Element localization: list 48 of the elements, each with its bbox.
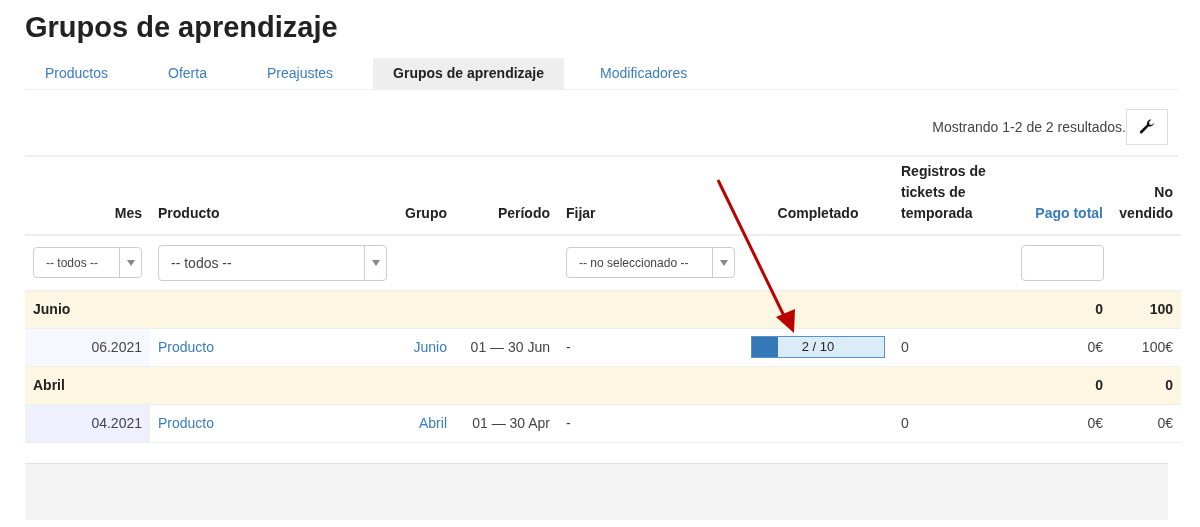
column-header: Período [497,205,550,221]
caret-icon [126,259,135,266]
column-header: Grupo [405,205,447,221]
column-header: Producto [158,205,220,221]
caret-icon [371,259,380,266]
payment-cell: 0€ [1087,339,1103,355]
payment-cell: 0€ [1087,415,1103,431]
tab[interactable]: Preajustes [246,58,354,89]
column-header: Fijar [566,205,596,221]
tab[interactable]: Productos [25,58,129,89]
column-header: Completado [777,205,859,221]
period-cell: 01 — 30 Jun [470,339,550,355]
dropdown[interactable]: -- todos -- [33,247,142,279]
wrench-icon [1139,119,1155,135]
group-label: Junio [33,301,71,317]
column-header: Mes [114,205,142,221]
filter-field[interactable] [1021,244,1104,281]
tab[interactable]: Grupos de aprendizaje [373,58,565,89]
pin-cell: - [566,339,571,355]
column-header: No vendido [1119,184,1173,221]
group-link[interactable]: Junio [413,339,447,355]
caret-icon [719,259,728,266]
results-count: Mostrando 1-2 de 2 resultados. [932,119,1126,135]
group-total: 100 [1149,301,1173,317]
group-label: Abril [33,377,65,393]
month-cell: 06.2021 [25,328,150,366]
column-header[interactable]: Pago total [1035,205,1103,221]
page-title: Grupos de aprendizaje [25,10,339,45]
period-cell: 01 — 30 Apr [472,415,550,431]
product-link[interactable]: Producto [158,415,215,431]
product-link[interactable]: Producto [158,339,215,355]
progress-label: 2 / 10 [800,338,836,356]
registros-cell: 0 [901,339,909,355]
tab[interactable]: Oferta [148,58,227,89]
group-total: 0 [1165,377,1173,393]
group-total: 0 [1095,301,1103,317]
column-header: Registros de tickets de temporada [901,163,986,221]
settings-button[interactable] [1126,109,1168,145]
pin-cell: - [566,415,571,431]
unsold-cell: 0€ [1157,415,1173,431]
group-total: 0 [1095,377,1103,393]
month-cell: 04.2021 [25,404,150,442]
registros-cell: 0 [901,415,909,431]
group-link[interactable]: Abril [419,415,447,431]
unsold-cell: 100€ [1141,339,1173,355]
tab[interactable]: Modificadores [580,58,708,89]
dropdown[interactable]: -- todos -- [158,244,387,281]
dropdown[interactable]: -- no seleccionado -- [566,247,735,279]
